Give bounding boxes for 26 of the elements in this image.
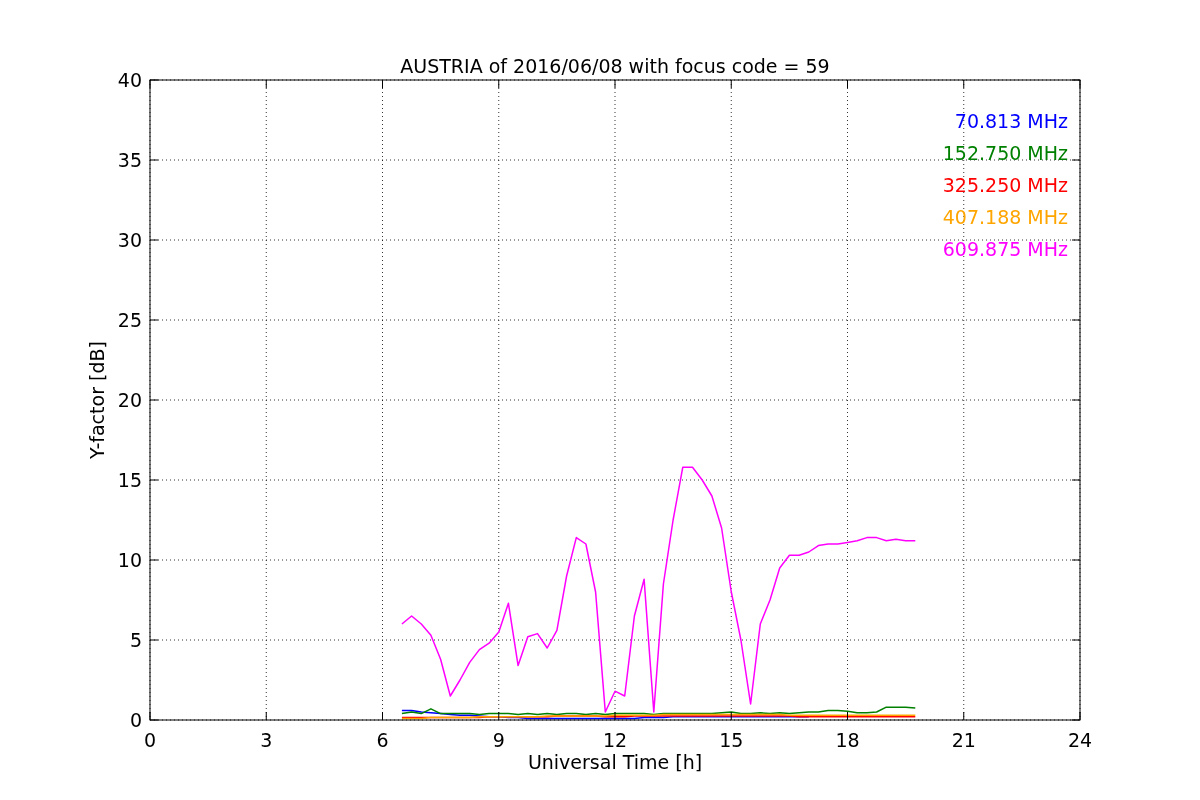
x-tick-label: 15 [719,729,744,751]
legend-label: 70.813 MHz [954,110,1068,132]
x-tick-label: 24 [1067,729,1093,751]
x-tick-label: 9 [492,729,505,751]
x-tick-label: 21 [951,729,976,751]
legend-label: 609.875 MHz [942,238,1068,260]
y-tick-label: 15 [117,469,142,491]
y-axis-label: Y-factor [dB] [86,341,108,459]
y-tick-label: 35 [117,149,142,171]
y-tick-label: 10 [117,549,142,571]
x-tick-label: 6 [376,729,389,751]
y-tick-label: 25 [117,309,142,331]
y-tick-label: 5 [129,629,142,651]
x-tick-label: 3 [260,729,273,751]
x-tick-label: 18 [835,729,860,751]
chart-title: AUSTRIA of 2016/06/08 with focus code = 59 [400,55,830,77]
x-tick-label: 0 [143,729,157,751]
legend-label: 325.250 MHz [942,174,1068,196]
y-tick-label: 30 [117,229,142,251]
x-axis-label: Universal Time [h] [527,751,703,773]
legend-label: 152.750 MHz [942,142,1068,164]
y-tick-label: 40 [117,69,142,91]
x-tick-label: 12 [602,729,628,751]
legend-label: 407.188 MHz [942,206,1068,228]
y-tick-label: 0 [129,709,142,731]
y-tick-label: 20 [117,389,142,411]
